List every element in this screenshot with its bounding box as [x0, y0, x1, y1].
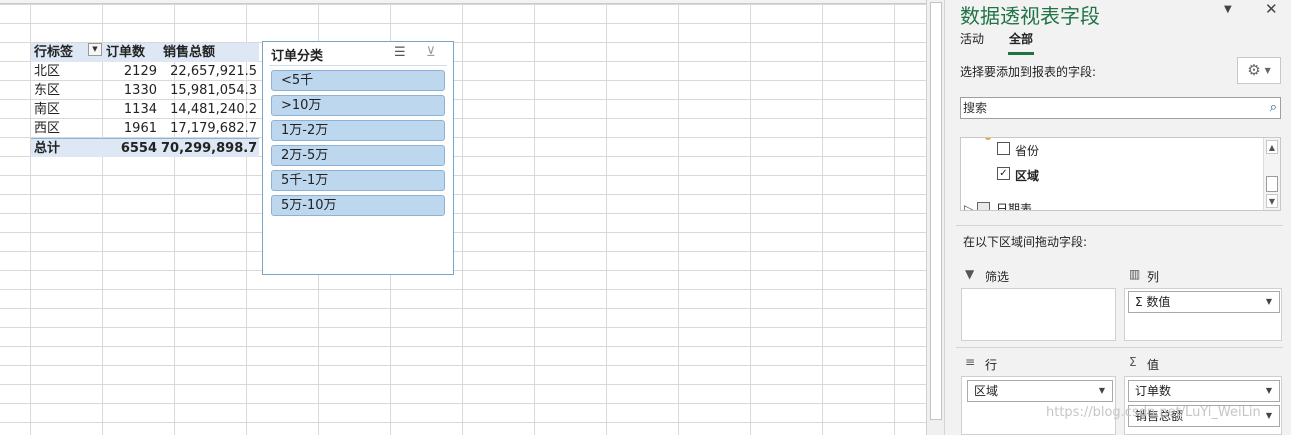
slicer-title: 订单分类 — [271, 49, 324, 64]
chip-label: Σ 数值 — [1135, 295, 1171, 309]
pivot-data-row[interactable]: 东区 1330 15,981,054.3 — [31, 81, 259, 100]
row-label-filter-button[interactable]: ▼ — [88, 43, 102, 56]
pane-options-dropdown-icon[interactable]: ▼ — [1224, 4, 1232, 15]
order-count-header: 订单数 — [106, 45, 146, 60]
field-chip-region[interactable]: 区域 ▼ — [967, 380, 1113, 402]
sales-cell: 14,481,240.2 — [170, 102, 257, 117]
sales-cell: 22,657,921.5 — [170, 64, 257, 79]
slicer-item[interactable]: 2万-5万 — [271, 145, 445, 166]
total-orders: 6554 — [120, 141, 157, 156]
gear-icon: ⚙ — [1247, 61, 1261, 79]
field-label-region: 区域 — [1015, 169, 1040, 183]
field-chip-values[interactable]: Σ 数值 ▼ — [1128, 291, 1280, 313]
field-table-date[interactable]: 日期表 — [996, 200, 1032, 210]
sales-cell: 15,981,054.3 — [170, 83, 257, 98]
orders-cell: 1961 — [123, 121, 157, 136]
sales-cell: 17,179,682.7 — [170, 121, 257, 136]
region-cell: 东区 — [34, 83, 61, 98]
scroll-down-icon[interactable]: ▼ — [1266, 194, 1278, 208]
pivot-data-row[interactable]: 北区 2129 22,657,921.5 — [31, 62, 259, 81]
sales-total-header: 销售总额 — [163, 45, 216, 60]
slicer-item[interactable]: >10万 — [271, 95, 445, 116]
worksheet-vertical-scrollbar[interactable] — [926, 0, 944, 435]
chevron-down-icon[interactable]: ▼ — [1266, 292, 1272, 312]
search-icon[interactable]: ⌕ — [1270, 98, 1277, 118]
field-label-province: 省份 — [1015, 144, 1040, 158]
region-cell: 南区 — [34, 102, 61, 117]
total-sales: 70,299,898.7 — [161, 141, 258, 156]
scrollbar-thumb[interactable] — [930, 2, 942, 420]
watermark: https://blog.csdn.net/LuYi_WeiLin — [1046, 405, 1261, 420]
filter-area-dropzone[interactable] — [961, 288, 1116, 341]
pivot-header-row: 行标签 ▼ 订单数 销售总额 — [31, 43, 259, 62]
multi-select-icon[interactable]: ☰ — [394, 45, 406, 60]
chip-label: 订单数 — [1135, 384, 1172, 398]
pivot-data-row[interactable]: 西区 1961 17,179,682.7 — [31, 119, 259, 138]
columns-area-dropzone[interactable]: Σ 数值 ▼ — [1124, 288, 1282, 341]
region-cell: 西区 — [34, 121, 61, 136]
pivot-table[interactable]: 行标签 ▼ 订单数 销售总额 北区 2129 22,657,921.5 东区 1… — [31, 43, 259, 157]
table-icon — [977, 202, 990, 210]
field-list-options-button[interactable]: ⚙ ▼ — [1237, 57, 1281, 84]
scroll-up-icon[interactable]: ▲ — [1266, 140, 1278, 154]
pivot-data-row[interactable]: 南区 1134 14,481,240.2 — [31, 100, 259, 119]
values-area-label: 值 — [1147, 358, 1160, 372]
slicer-order-category[interactable]: 订单分类 ☰ ⊻ <5千 >10万 1万-2万 2万-5万 5千-1万 5万-1… — [262, 41, 454, 275]
orders-cell: 1134 — [123, 102, 157, 117]
tab-active[interactable]: 活动 — [960, 30, 984, 47]
slicer-divider — [269, 65, 447, 66]
rows-icon: ≡ — [965, 355, 976, 369]
region-cell: 北区 — [34, 64, 61, 79]
columns-icon: ▥ — [1129, 267, 1141, 281]
filter-icon: ▼ — [965, 267, 975, 281]
slicer-item[interactable]: <5千 — [271, 70, 445, 91]
expand-icon[interactable]: ▷ — [964, 202, 973, 210]
rows-area-label: 行 — [985, 358, 998, 372]
row-label-header: 行标签 — [34, 45, 74, 60]
columns-area-label: 列 — [1147, 270, 1160, 284]
field-list[interactable]: 省份 ✓ 区域 ▷ 日期表 ▲ ▼ — [960, 137, 1281, 211]
pane-title: 数据透视表字段 — [960, 4, 1100, 28]
filter-area-label: 筛选 — [985, 270, 1010, 284]
total-label: 总计 — [34, 141, 61, 156]
drag-instruction: 在以下区域间拖动字段: — [963, 235, 1088, 249]
slicer-item[interactable]: 5千-1万 — [271, 170, 445, 191]
tab-all[interactable]: 全部 — [1009, 30, 1033, 47]
field-table-icon — [985, 138, 991, 140]
field-checkbox-province[interactable] — [997, 142, 1010, 155]
chevron-down-icon[interactable]: ▼ — [1099, 381, 1105, 401]
field-checkbox-region[interactable]: ✓ — [997, 167, 1010, 180]
chip-label: 区域 — [974, 384, 999, 398]
clear-filter-icon[interactable]: ⊻ — [426, 45, 436, 60]
pivot-total-row[interactable]: 总计 6554 70,299,898.7 — [31, 138, 259, 157]
column-header-strip — [0, 0, 926, 4]
chevron-down-icon[interactable]: ▼ — [1266, 406, 1272, 426]
search-placeholder: 搜索 — [963, 101, 988, 115]
active-tab-indicator — [1008, 52, 1034, 55]
chevron-down-icon[interactable]: ▼ — [1266, 381, 1272, 401]
field-list-scroll-thumb[interactable] — [1266, 176, 1278, 192]
worksheet-grid[interactable]: 行标签 ▼ 订单数 销售总额 北区 2129 22,657,921.5 东区 1… — [0, 0, 926, 435]
slicer-item[interactable]: 1万-2万 — [271, 120, 445, 141]
choose-fields-label: 选择要添加到报表的字段: — [960, 65, 1097, 79]
chevron-down-icon: ▼ — [1264, 66, 1271, 75]
field-list-scrollbar[interactable]: ▲ ▼ — [1263, 138, 1280, 210]
field-chip-order-count[interactable]: 订单数 ▼ — [1128, 380, 1280, 402]
close-icon[interactable]: ✕ — [1265, 0, 1278, 18]
slicer-item[interactable]: 5万-10万 — [271, 195, 445, 216]
orders-cell: 1330 — [123, 83, 157, 98]
search-input[interactable]: 搜索 ⌕ — [960, 97, 1281, 119]
pane-divider — [956, 225, 1283, 226]
orders-cell: 2129 — [123, 64, 157, 79]
pane-divider — [956, 347, 1283, 348]
sigma-icon: Σ — [1129, 355, 1137, 369]
